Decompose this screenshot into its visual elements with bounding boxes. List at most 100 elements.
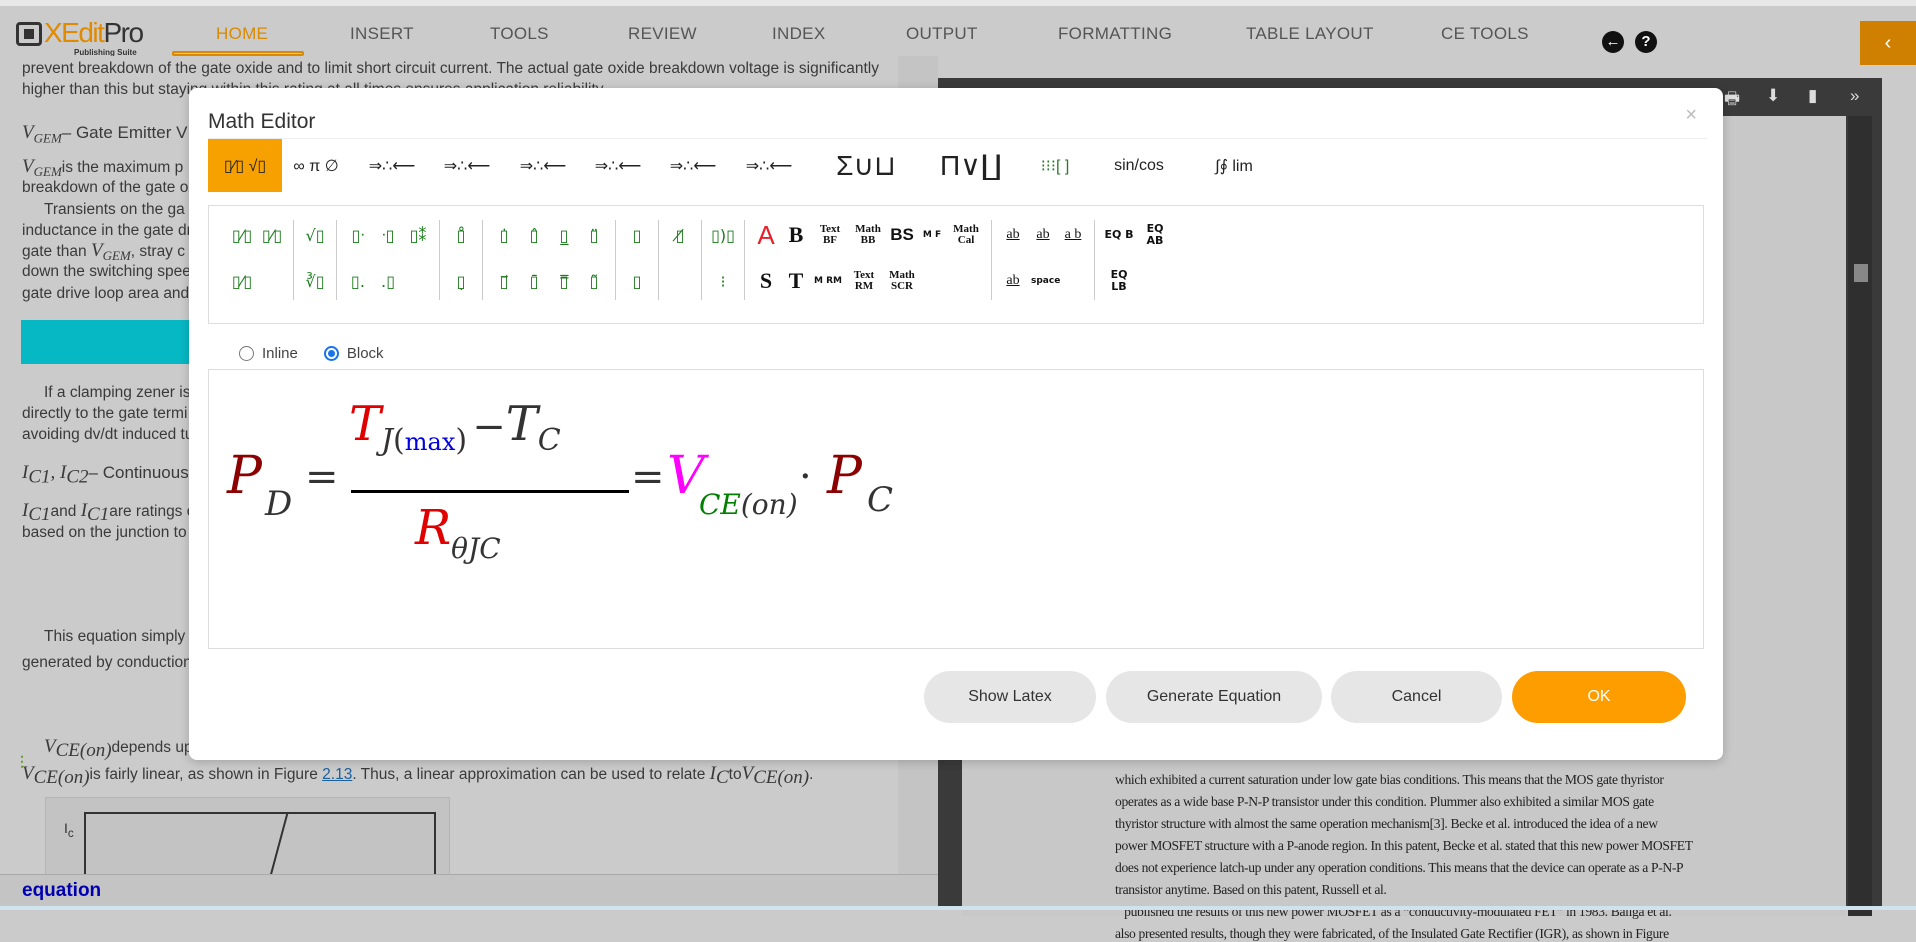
palette-symbol-button[interactable]: EQ B (1101, 229, 1137, 241)
inline-radio[interactable]: Inline (239, 345, 298, 362)
figure-link[interactable]: 2.13 (322, 766, 352, 783)
nav-table-layout[interactable]: TABLE LAYOUT (1246, 24, 1374, 44)
nav-index[interactable]: INDEX (772, 24, 825, 44)
equation-editor[interactable]: P D = TJ(max) −TC RθJC = V CE(on) · P C (208, 369, 1704, 649)
palette-symbol-button[interactable]: Math Cal (947, 224, 985, 246)
palette-symbol-button[interactable]: ▯̂ (519, 226, 549, 245)
doc-text-line: avoiding dv/dt induced tu (22, 426, 194, 443)
help-icon[interactable]: ? (1635, 31, 1657, 53)
fraction-root-tab[interactable]: ▯⁄▯ √▯ (208, 139, 282, 192)
doc-text-line: inductance in the gate dr (22, 222, 192, 239)
palette-group: ab ab a b ab space (992, 220, 1095, 300)
palette-symbol-button[interactable]: ▯̊ (446, 226, 476, 245)
symbols-tab[interactable]: ∞ π ∅ (282, 139, 350, 192)
product-tab[interactable]: Π∨∐ (921, 139, 1021, 192)
show-latex-button[interactable]: Show Latex (924, 671, 1096, 723)
palette-symbol-button[interactable]: BS (887, 225, 917, 245)
generate-equation-button[interactable]: Generate Equation (1106, 671, 1322, 723)
palette-symbol-button[interactable]: M F (917, 230, 947, 240)
palette-symbol-button[interactable]: ▯̿ (549, 272, 579, 291)
drag-handle-icon[interactable]: ⋮ (15, 753, 29, 770)
palette-symbol-button[interactable]: ∛▯ (300, 272, 330, 291)
palette-symbol-button[interactable]: ▯․ (343, 272, 373, 291)
palette-symbol-button[interactable]: Math SCR (883, 270, 921, 292)
palette-symbol-button[interactable]: T (781, 268, 811, 294)
arrows-tab-4[interactable]: ⇒∴⟵ (583, 139, 653, 192)
nav-tools[interactable]: TOOLS (490, 24, 549, 44)
palette-symbol-button[interactable]: ▯⁄▯ (227, 226, 257, 245)
block-radio[interactable]: Block (323, 345, 384, 362)
palette-symbol-button[interactable]: ▯ (622, 226, 652, 245)
palette-symbol-button[interactable]: Text RM (845, 270, 883, 292)
palette-symbol-button[interactable]: ․▯ (373, 272, 403, 291)
palette-symbol-button[interactable]: ▯̈ (579, 226, 609, 245)
palette-row: EQ LB (1101, 266, 1173, 296)
close-icon[interactable]: × (1685, 104, 1697, 127)
scroll-thumb[interactable] (1854, 264, 1868, 282)
palette-symbol-button[interactable]: ▯⁑ (403, 226, 433, 245)
palette-symbol-button[interactable]: ⁝ (708, 272, 738, 291)
palette-symbol-button[interactable]: ▯⁄▯ (227, 272, 257, 291)
logo-text: XEdit (44, 17, 105, 48)
eq-lhs: P (227, 446, 262, 506)
more-icon[interactable]: » (1850, 86, 1859, 106)
nav-insert[interactable]: INSERT (350, 24, 414, 44)
palette-group: ▯⁄▯ ▯⁄▯ ▯⁄▯ (221, 220, 294, 300)
logo: XEditPro Publishing Suite (16, 17, 144, 57)
radio-block[interactable] (323, 346, 339, 361)
palette-symbol-button[interactable]: ▯⃗ (489, 272, 519, 291)
palette-symbol-button[interactable]: A (751, 220, 781, 251)
bookmark-icon[interactable]: ▮ (1808, 86, 1817, 106)
ok-button[interactable]: OK (1512, 671, 1686, 723)
palette-symbol-button[interactable]: ▯̄ (519, 272, 549, 291)
figure-image[interactable]: Ic (45, 797, 450, 874)
palette-symbol-button[interactable]: ᐧ▯ (373, 226, 403, 245)
palette-symbol-button[interactable]: ab (1028, 227, 1058, 243)
palette-symbol-button[interactable]: M RM (811, 276, 845, 286)
palette-symbol-button[interactable]: ▯ᐧ (343, 226, 373, 245)
arrows-tab-5[interactable]: ⇒∴⟵ (658, 139, 728, 192)
palette-symbol-button[interactable]: Text BF (811, 224, 849, 246)
nav-output[interactable]: OUTPUT (906, 24, 978, 44)
palette-symbol-button[interactable]: space (1028, 276, 1063, 286)
radio-inline[interactable] (239, 346, 254, 361)
nav-formatting[interactable]: FORMATTING (1058, 24, 1172, 44)
nav-home[interactable]: HOME (216, 24, 268, 44)
palette-symbol-button[interactable]: S (751, 268, 781, 294)
arrows-tab-3[interactable]: ⇒∴⟵ (508, 139, 578, 192)
back-icon[interactable]: ← (1602, 31, 1624, 53)
palette-symbol-button[interactable]: ▯̇ (489, 226, 519, 245)
palette-symbol-button[interactable]: a b (1058, 227, 1088, 243)
palette-symbol-button[interactable]: ▯̃ (579, 272, 609, 291)
palette-symbol-button[interactable]: ▯̣ (446, 272, 476, 291)
palette-symbol-button[interactable]: Math BB (849, 224, 887, 246)
doc-text-line: VCE(on)depends upon (44, 736, 210, 762)
matrix-tab[interactable]: ⁝⁝⁝[ ] (1015, 139, 1095, 192)
calculus-tab[interactable]: ∫∮ lim (1179, 139, 1289, 192)
doc-text-line: based on the junction to c (22, 524, 199, 541)
palette-symbol-button[interactable]: ▯̸ (665, 226, 695, 245)
palette-symbol-button[interactable]: EQ AB (1137, 223, 1173, 247)
download-icon[interactable]: ⬇ (1766, 86, 1780, 106)
palette-symbol-button[interactable]: ab (998, 227, 1028, 243)
palette-symbol-button[interactable]: ▯̲ (549, 226, 579, 245)
nav-review[interactable]: REVIEW (628, 24, 697, 44)
palette-symbol-button[interactable]: ab (998, 273, 1028, 289)
trig-tab[interactable]: sin/cos (1099, 139, 1179, 192)
nav-ce-tools[interactable]: CE TOOLS (1441, 24, 1529, 44)
palette-symbol-button[interactable]: ▯)▯ (708, 226, 738, 245)
palette-symbol-button[interactable]: ▯⁄▯ (257, 226, 287, 245)
palette-symbol-button[interactable]: √▯ (300, 226, 330, 245)
palette-symbol-button[interactable]: ▯ (622, 272, 652, 291)
cancel-button[interactable]: Cancel (1331, 671, 1502, 723)
palette-symbol-button[interactable]: B (781, 222, 811, 248)
arrows-tab-2[interactable]: ⇒∴⟵ (432, 139, 502, 192)
collapse-panel-button[interactable]: ‹ (1860, 21, 1916, 65)
palette-symbol-button[interactable]: EQ LB (1101, 269, 1137, 293)
palette-group: ▯̊ ▯̣ (440, 220, 483, 300)
print-icon[interactable]: 🖶 (1724, 86, 1740, 115)
arrows-tab-1[interactable]: ⇒∴⟵ (357, 139, 427, 192)
sum-union-tab[interactable]: Σ∪⊔ (811, 139, 921, 192)
pdf-scrollbar[interactable] (1848, 116, 1872, 916)
arrows-tab-6[interactable]: ⇒∴⟵ (734, 139, 804, 192)
